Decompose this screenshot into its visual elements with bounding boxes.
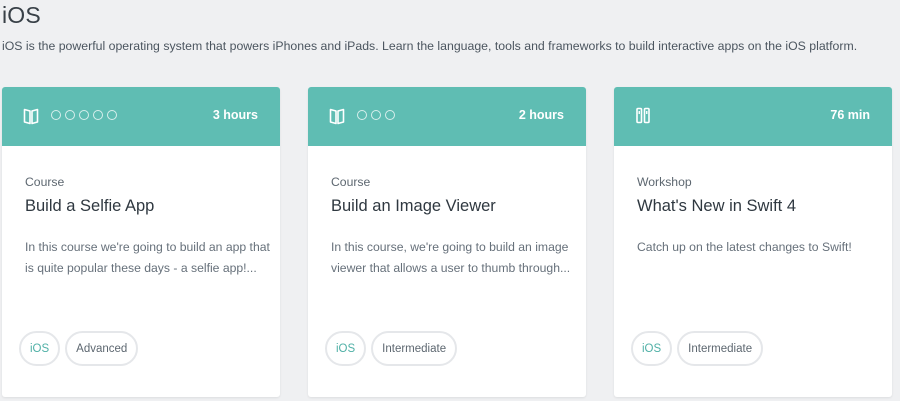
card-header: 3 hours [2,87,280,146]
level-tag[interactable]: Intermediate [371,331,458,366]
progress-dots [357,110,395,120]
card-type: Course [331,175,371,189]
duration-label: 2 hours [518,108,564,122]
progress-dot [385,110,395,120]
progress-dot [357,110,367,120]
card-title[interactable]: Build a Selfie App [25,197,154,216]
book-icon [23,107,39,125]
topic-tag[interactable]: iOS [19,331,61,366]
progress-dot [93,110,103,120]
workshop-icon [635,107,651,125]
progress-dot [79,110,89,120]
progress-dot [65,110,75,120]
card-description: In this course we're going to build an a… [25,240,270,275]
course-card-selfie-app[interactable]: 3 hours Course Build a Selfie App In thi… [2,87,280,397]
tag-list: iOS Intermediate [325,331,458,366]
workshop-card-swift-4[interactable]: 76 min Workshop What's New in Swift 4 Ca… [614,87,892,397]
card-header: 76 min [614,87,892,146]
progress-dots [51,110,117,120]
card-header: 2 hours [308,87,586,146]
tag-list: iOS Advanced [19,331,139,366]
progress-dot [107,110,117,120]
card-description: In this course, we're going to build an … [331,240,571,275]
card-title[interactable]: Build an Image Viewer [331,197,496,216]
level-tag[interactable]: Advanced [65,331,139,366]
duration-label: 76 min [830,108,870,122]
topic-tag[interactable]: iOS [631,331,673,366]
page-title: iOS [2,2,41,28]
card-description: Catch up on the latest changes to Swift! [637,240,852,254]
level-tag[interactable]: Intermediate [677,331,764,366]
card-title[interactable]: What's New in Swift 4 [637,197,796,216]
card-type: Workshop [637,175,692,189]
progress-dot [371,110,381,120]
progress-dot [51,110,61,120]
card-type: Course [25,175,65,189]
course-card-image-viewer[interactable]: 2 hours Course Build an Image Viewer In … [308,87,586,397]
topic-tag[interactable]: iOS [325,331,367,366]
tag-list: iOS Intermediate [631,331,764,366]
book-icon [329,107,345,125]
duration-label: 3 hours [212,108,258,122]
page-description: iOS is the powerful operating system tha… [2,39,858,53]
